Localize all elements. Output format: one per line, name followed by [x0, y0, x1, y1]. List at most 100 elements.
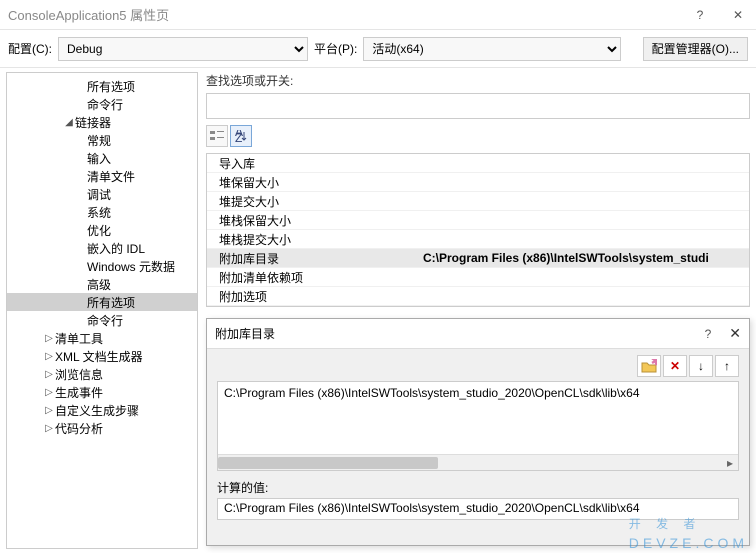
tree-item[interactable]: ▷XML 文档生成器 — [7, 347, 197, 365]
property-value[interactable]: C:\Program Files (x86)\IntelSWTools\syst… — [423, 251, 749, 265]
tree-item[interactable]: 嵌入的 IDL — [7, 239, 197, 257]
dialog-titlebar: 附加库目录 ? ✕ — [207, 319, 749, 349]
tree-twisty-icon[interactable]: ▷ — [43, 405, 55, 416]
tree-item-label: 命令行 — [87, 96, 123, 113]
property-name: 附加库目录 — [207, 250, 423, 267]
tree-item-label: Windows 元数据 — [87, 258, 175, 275]
property-name: 附加选项 — [207, 288, 423, 305]
new-folder-icon[interactable]: ✱ — [637, 355, 661, 377]
property-row[interactable]: 堆保留大小 — [207, 173, 749, 192]
tree-item-label: 输入 — [87, 150, 111, 167]
tree-panel[interactable]: 所有选项命令行◢链接器常规输入清单文件调试系统优化嵌入的 IDLWindows … — [6, 72, 198, 549]
tree-item-label: 清单工具 — [55, 330, 103, 347]
help-icon[interactable]: ? — [690, 8, 710, 22]
tree-item[interactable]: 所有选项 — [7, 77, 197, 95]
additional-lib-dialog: 附加库目录 ? ✕ ✱ ✕ ↓ ↑ C:\Program Files (x86)… — [206, 318, 750, 546]
tree-item-label: 清单文件 — [87, 168, 135, 185]
tree-item-label: 链接器 — [75, 114, 111, 131]
property-name: 附加清单依赖项 — [207, 269, 423, 286]
tree-item-label: 高级 — [87, 276, 111, 293]
tree-item[interactable]: ◢链接器 — [7, 113, 197, 131]
property-name: 堆栈保留大小 — [207, 212, 423, 229]
tree-item[interactable]: ▷自定义生成步骤 — [7, 401, 197, 419]
platform-select[interactable]: 活动(x64) — [363, 37, 621, 61]
window-buttons: ? ✕ — [690, 8, 748, 22]
tree-item[interactable]: ▷浏览信息 — [7, 365, 197, 383]
titlebar: ConsoleApplication5 属性页 ? ✕ — [0, 0, 756, 30]
tree-item-label: 代码分析 — [55, 420, 103, 437]
tree-item-label: 所有选项 — [87, 294, 135, 311]
config-label: 配置(C): — [8, 40, 52, 57]
tree-item[interactable]: 命令行 — [7, 95, 197, 113]
dialog-title: 附加库目录 — [215, 325, 705, 342]
prop-toolbar: AZ — [206, 125, 750, 147]
tree-item[interactable]: 系统 — [7, 203, 197, 221]
tree-item[interactable]: ▷代码分析 — [7, 419, 197, 437]
tree-item-label: 调试 — [87, 186, 111, 203]
tree-item[interactable]: 清单文件 — [7, 167, 197, 185]
tree-item-label: XML 文档生成器 — [55, 348, 143, 365]
tree-item[interactable]: ▷生成事件 — [7, 383, 197, 401]
window-title: ConsoleApplication5 属性页 — [8, 5, 690, 24]
svg-text:✱: ✱ — [651, 359, 657, 368]
config-row: 配置(C): Debug 平台(P): 活动(x64) 配置管理器(O)... — [0, 30, 756, 68]
tree-twisty-icon[interactable]: ▷ — [43, 333, 55, 344]
tree-item-label: 常规 — [87, 132, 111, 149]
tree-item[interactable]: 常规 — [7, 131, 197, 149]
tree-item[interactable]: 调试 — [7, 185, 197, 203]
search-label: 查找选项或开关: — [206, 72, 750, 89]
config-manager-button[interactable]: 配置管理器(O)... — [643, 37, 748, 61]
tree-item[interactable]: Windows 元数据 — [7, 257, 197, 275]
property-name: 堆保留大小 — [207, 174, 423, 191]
dialog-close-icon[interactable]: ✕ — [729, 325, 741, 342]
dialog-toolbar: ✱ ✕ ↓ ↑ — [207, 349, 749, 381]
property-row[interactable]: 附加清单依赖项 — [207, 268, 749, 287]
tree-item-label: 所有选项 — [87, 78, 135, 95]
property-row[interactable]: 堆提交大小 — [207, 192, 749, 211]
tree-item-label: 优化 — [87, 222, 111, 239]
tree-item[interactable]: 命令行 — [7, 311, 197, 329]
property-name: 堆提交大小 — [207, 193, 423, 210]
paths-textarea[interactable]: C:\Program Files (x86)\IntelSWTools\syst… — [217, 381, 739, 471]
property-row[interactable]: 导入库 — [207, 154, 749, 173]
property-name: 导入库 — [207, 155, 423, 172]
tree-item-label: 浏览信息 — [55, 366, 103, 383]
tree-item-label: 命令行 — [87, 312, 123, 329]
calculated-label: 计算的值: — [217, 479, 739, 496]
move-up-icon[interactable]: ↑ — [715, 355, 739, 377]
path-line[interactable]: C:\Program Files (x86)\IntelSWTools\syst… — [224, 386, 732, 400]
property-row[interactable]: 附加库目录C:\Program Files (x86)\IntelSWTools… — [207, 249, 749, 268]
tree-twisty-icon[interactable]: ▷ — [43, 423, 55, 434]
tree-item-label: 生成事件 — [55, 384, 103, 401]
move-down-icon[interactable]: ↓ — [689, 355, 713, 377]
scroll-thumb[interactable] — [218, 457, 438, 469]
search-input[interactable] — [206, 93, 750, 119]
close-icon[interactable]: ✕ — [728, 8, 748, 22]
alphabetical-icon[interactable]: AZ — [230, 125, 252, 147]
tree-item-label: 系统 — [87, 204, 111, 221]
platform-label: 平台(P): — [314, 40, 357, 57]
property-row[interactable]: 附加选项 — [207, 287, 749, 306]
tree-twisty-icon[interactable]: ◢ — [63, 117, 75, 128]
tree-twisty-icon[interactable]: ▷ — [43, 387, 55, 398]
config-select[interactable]: Debug — [58, 37, 308, 61]
svg-text:Z: Z — [235, 131, 242, 142]
delete-icon[interactable]: ✕ — [663, 355, 687, 377]
tree-twisty-icon[interactable]: ▷ — [43, 369, 55, 380]
horizontal-scrollbar[interactable]: ◂ ▸ — [218, 454, 738, 470]
property-list: 导入库堆保留大小堆提交大小堆栈保留大小堆栈提交大小附加库目录C:\Program… — [206, 153, 750, 307]
tree-item[interactable]: 优化 — [7, 221, 197, 239]
tree-item[interactable]: 输入 — [7, 149, 197, 167]
tree-twisty-icon[interactable]: ▷ — [43, 351, 55, 362]
property-row[interactable]: 堆栈提交大小 — [207, 230, 749, 249]
scroll-right-icon[interactable]: ▸ — [722, 455, 738, 471]
tree-item[interactable]: ▷清单工具 — [7, 329, 197, 347]
categorized-icon[interactable] — [206, 125, 228, 147]
dialog-help-icon[interactable]: ? — [705, 327, 712, 341]
tree-item-label: 自定义生成步骤 — [55, 402, 139, 419]
property-name: 堆栈提交大小 — [207, 231, 423, 248]
calculated-value: C:\Program Files (x86)\IntelSWTools\syst… — [217, 498, 739, 520]
tree-item[interactable]: 所有选项 — [7, 293, 197, 311]
tree-item[interactable]: 高级 — [7, 275, 197, 293]
property-row[interactable]: 堆栈保留大小 — [207, 211, 749, 230]
